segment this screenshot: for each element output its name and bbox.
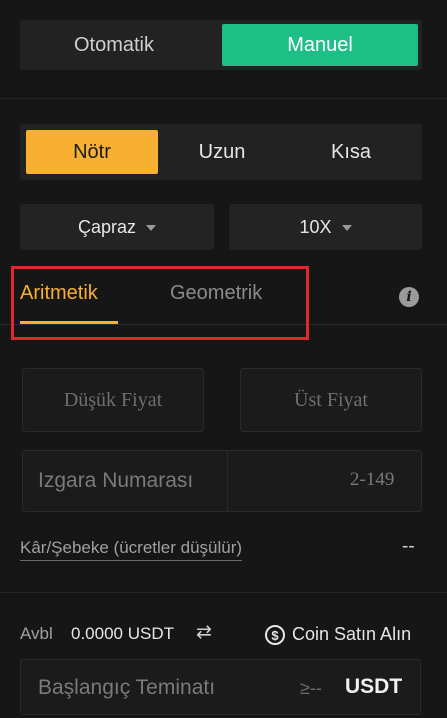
- initial-margin-minimum: ≥--: [300, 678, 322, 698]
- buy-coin-link[interactable]: Coin Satın Alın: [292, 624, 411, 645]
- swap-icon[interactable]: ⇄: [196, 621, 212, 644]
- leverage-label: 10X: [299, 216, 332, 237]
- initial-margin-label: Başlangıç Teminatı: [38, 676, 216, 699]
- dollar-coin-icon[interactable]: $: [265, 625, 285, 645]
- lower-price-input[interactable]: Düşük Fiyat: [22, 368, 204, 432]
- grid-count-separator: [227, 450, 228, 512]
- upper-price-placeholder: Üst Fiyat: [294, 388, 368, 411]
- mode-automatic-button[interactable]: Otomatik: [24, 24, 204, 66]
- highlight-box: [11, 266, 309, 340]
- available-balance-value: 0.0000 USDT: [71, 624, 174, 643]
- direction-neutral-button[interactable]: Nötr: [26, 130, 158, 174]
- direction-selector: Nötr Uzun Kısa: [20, 124, 422, 180]
- upper-price-input[interactable]: Üst Fiyat: [240, 368, 422, 432]
- margin-mode-label: Çapraz: [77, 216, 137, 237]
- info-icon[interactable]: i: [399, 287, 419, 307]
- mode-toggle: Otomatik Manuel: [20, 20, 422, 70]
- profit-per-grid-value: --: [402, 536, 415, 557]
- profit-per-grid-label[interactable]: Kâr/Şebeke (ücretler düşülür): [20, 538, 243, 561]
- section-divider: [0, 98, 447, 99]
- leverage-dropdown[interactable]: 10X: [229, 204, 422, 250]
- caret-down-icon: [146, 225, 157, 231]
- direction-long-button[interactable]: Uzun: [158, 130, 286, 174]
- caret-down-icon: [341, 225, 352, 231]
- section-divider: [0, 592, 447, 593]
- grid-count-label: Izgara Numarası: [38, 469, 194, 492]
- lower-price-placeholder: Düşük Fiyat: [63, 388, 163, 411]
- available-balance-label: Avbl: [20, 624, 53, 643]
- direction-short-button[interactable]: Kısa: [286, 130, 416, 174]
- margin-mode-dropdown[interactable]: Çapraz: [20, 204, 214, 250]
- initial-margin-unit: USDT: [345, 675, 403, 698]
- mode-manual-button[interactable]: Manuel: [222, 24, 418, 66]
- grid-count-range: 2-149: [350, 469, 395, 490]
